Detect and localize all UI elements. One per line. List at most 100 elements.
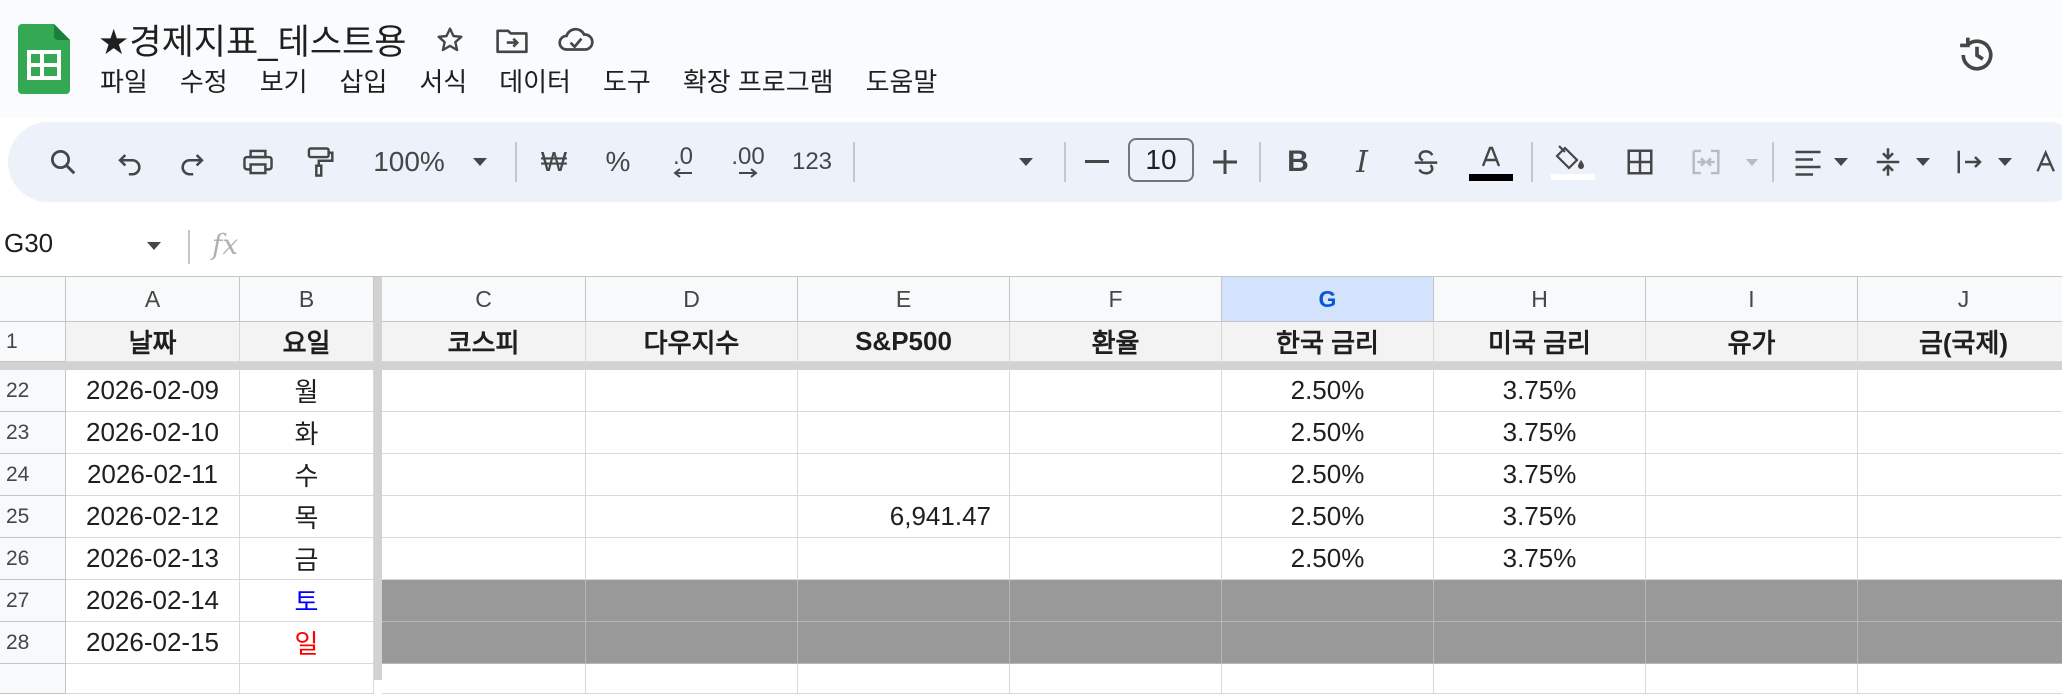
strikethrough-icon[interactable] bbox=[1404, 122, 1448, 202]
table-cell[interactable]: 2026-02-10 bbox=[66, 412, 240, 454]
column-header-b[interactable]: B bbox=[240, 277, 374, 322]
table-cell[interactable] bbox=[1010, 622, 1222, 664]
menu-insert[interactable]: 삽입 bbox=[324, 62, 404, 102]
table-cell[interactable] bbox=[1858, 454, 2062, 496]
select-all-corner[interactable] bbox=[0, 277, 66, 322]
name-box[interactable]: G30 bbox=[4, 228, 53, 259]
search-menus-icon[interactable] bbox=[40, 122, 86, 202]
table-cell[interactable] bbox=[1222, 580, 1434, 622]
chevron-down-icon[interactable] bbox=[466, 122, 494, 202]
table-cell[interactable] bbox=[586, 622, 798, 664]
sheets-logo-icon[interactable] bbox=[18, 24, 70, 94]
table-cell[interactable] bbox=[1434, 664, 1646, 694]
print-icon[interactable] bbox=[236, 122, 280, 202]
table-cell[interactable]: 화 bbox=[240, 412, 374, 454]
horizontal-align-icon[interactable] bbox=[1788, 122, 1828, 202]
vertical-align-icon[interactable] bbox=[1868, 122, 1908, 202]
table-cell[interactable] bbox=[1858, 580, 2062, 622]
font-size-input[interactable]: 10 bbox=[1128, 138, 1194, 182]
table-cell[interactable]: 3.75% bbox=[1434, 454, 1646, 496]
decrease-font-size-button[interactable] bbox=[1080, 122, 1114, 202]
table-cell[interactable] bbox=[586, 538, 798, 580]
table-cell[interactable]: 토 bbox=[240, 580, 374, 622]
table-cell[interactable] bbox=[798, 454, 1010, 496]
menu-tools[interactable]: 도구 bbox=[587, 62, 667, 102]
row-header[interactable]: 25 bbox=[0, 496, 66, 538]
column-header-g[interactable]: G bbox=[1222, 277, 1434, 322]
more-formats-button[interactable]: 123 bbox=[788, 122, 836, 202]
increase-decimal-button[interactable]: .00 bbox=[722, 122, 774, 202]
table-cell[interactable] bbox=[798, 580, 1010, 622]
column-header-e[interactable]: E bbox=[798, 277, 1010, 322]
column-header-c[interactable]: C bbox=[382, 277, 586, 322]
table-cell[interactable] bbox=[1010, 496, 1222, 538]
table-cell[interactable] bbox=[382, 622, 586, 664]
table-cell[interactable] bbox=[1646, 412, 1858, 454]
text-rotation-icon[interactable] bbox=[2034, 122, 2062, 202]
table-cell[interactable] bbox=[382, 412, 586, 454]
fill-color-icon[interactable] bbox=[1546, 122, 1600, 202]
paint-format-icon[interactable] bbox=[298, 122, 342, 202]
row-header[interactable]: 26 bbox=[0, 538, 66, 580]
table-cell[interactable] bbox=[1010, 454, 1222, 496]
table-cell[interactable] bbox=[66, 664, 240, 694]
menu-edit[interactable]: 수정 bbox=[164, 62, 244, 102]
table-cell[interactable]: 3.75% bbox=[1434, 412, 1646, 454]
table-cell[interactable] bbox=[382, 664, 586, 694]
table-cell[interactable] bbox=[1434, 580, 1646, 622]
header-cell[interactable]: 날짜 bbox=[66, 322, 240, 362]
decrease-decimal-button[interactable]: .0 bbox=[660, 122, 706, 202]
table-cell[interactable] bbox=[382, 580, 586, 622]
table-cell[interactable] bbox=[1010, 370, 1222, 412]
table-cell[interactable] bbox=[1646, 538, 1858, 580]
merge-cells-icon[interactable] bbox=[1682, 122, 1730, 202]
currency-format-button[interactable]: ₩ bbox=[536, 122, 572, 202]
table-cell[interactable] bbox=[1646, 580, 1858, 622]
chevron-down-icon[interactable] bbox=[1828, 122, 1854, 202]
header-cell[interactable]: 코스피 bbox=[382, 322, 586, 362]
table-cell[interactable] bbox=[1646, 496, 1858, 538]
table-cell[interactable] bbox=[1222, 622, 1434, 664]
table-cell[interactable] bbox=[1222, 664, 1434, 694]
table-cell[interactable] bbox=[382, 538, 586, 580]
table-cell[interactable] bbox=[382, 370, 586, 412]
table-cell[interactable] bbox=[1646, 622, 1858, 664]
menu-format[interactable]: 서식 bbox=[403, 62, 483, 102]
menu-file[interactable]: 파일 bbox=[84, 62, 164, 102]
table-cell[interactable] bbox=[798, 370, 1010, 412]
chevron-down-icon[interactable] bbox=[1992, 122, 2018, 202]
cloud-saved-icon[interactable] bbox=[556, 20, 596, 60]
row-header[interactable]: 23 bbox=[0, 412, 66, 454]
table-cell[interactable] bbox=[1010, 664, 1222, 694]
bold-button[interactable]: B bbox=[1278, 122, 1318, 202]
table-cell[interactable] bbox=[1010, 412, 1222, 454]
table-cell[interactable]: 3.75% bbox=[1434, 496, 1646, 538]
table-cell[interactable]: 2.50% bbox=[1222, 370, 1434, 412]
table-cell[interactable]: 6,941.47 bbox=[798, 496, 1010, 538]
table-cell[interactable]: 2.50% bbox=[1222, 538, 1434, 580]
table-cell[interactable]: 2026-02-15 bbox=[66, 622, 240, 664]
table-cell[interactable]: 3.75% bbox=[1434, 538, 1646, 580]
table-cell[interactable] bbox=[1858, 412, 2062, 454]
header-cell[interactable]: S&P500 bbox=[798, 322, 1010, 362]
menu-data[interactable]: 데이터 bbox=[483, 62, 587, 102]
header-cell[interactable]: 환율 bbox=[1010, 322, 1222, 362]
text-wrapping-icon[interactable] bbox=[1950, 122, 1990, 202]
italic-button[interactable]: I bbox=[1342, 122, 1382, 202]
table-cell[interactable] bbox=[586, 370, 798, 412]
chevron-down-icon[interactable] bbox=[1012, 122, 1040, 202]
table-cell[interactable] bbox=[798, 664, 1010, 694]
table-cell[interactable] bbox=[1858, 496, 2062, 538]
header-cell[interactable]: 유가 bbox=[1646, 322, 1858, 362]
header-cell[interactable]: 미국 금리 bbox=[1434, 322, 1646, 362]
menu-view[interactable]: 보기 bbox=[244, 62, 324, 102]
undo-icon[interactable] bbox=[110, 122, 150, 202]
document-title[interactable]: ★경제지표_테스트용 bbox=[98, 14, 406, 65]
table-cell[interactable]: 일 bbox=[240, 622, 374, 664]
table-cell[interactable] bbox=[1646, 454, 1858, 496]
table-cell[interactable]: 월 bbox=[240, 370, 374, 412]
table-cell[interactable] bbox=[586, 496, 798, 538]
borders-icon[interactable] bbox=[1618, 122, 1662, 202]
table-cell[interactable]: 수 bbox=[240, 454, 374, 496]
table-cell[interactable] bbox=[586, 412, 798, 454]
